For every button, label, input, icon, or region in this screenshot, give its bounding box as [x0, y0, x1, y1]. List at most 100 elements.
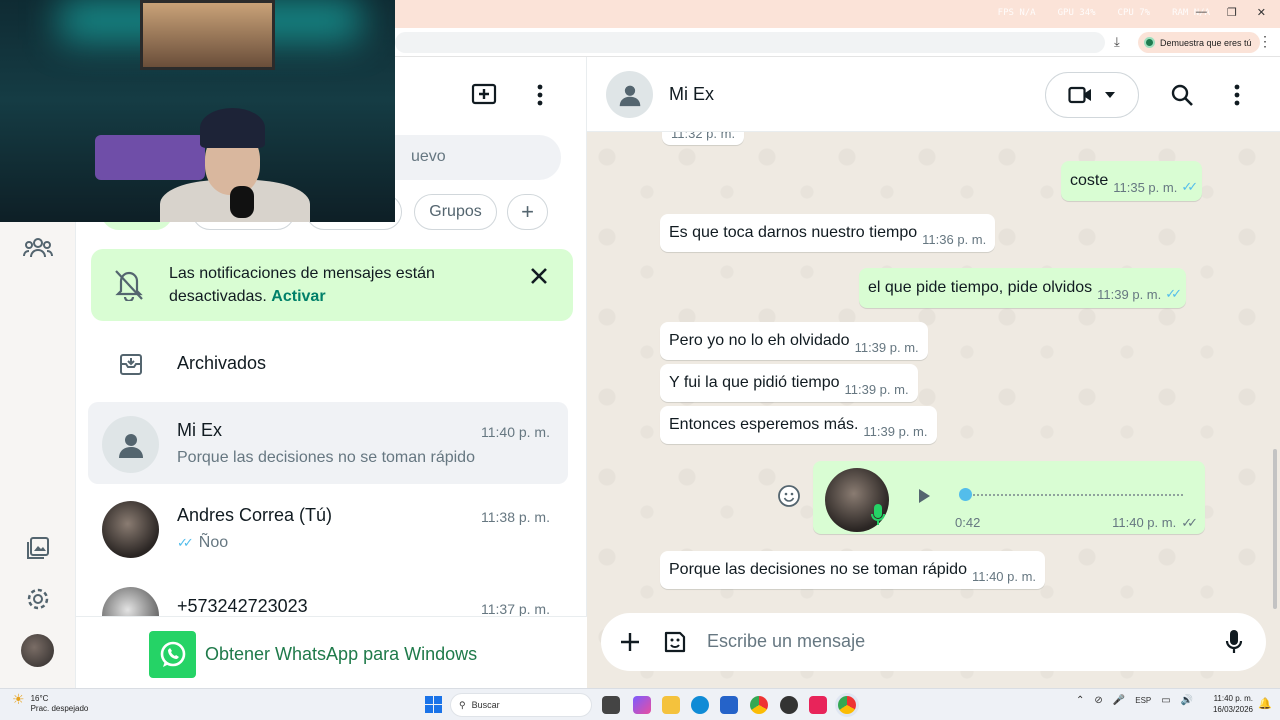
read-ticks-icon: ✓✓: [1181, 179, 1198, 194]
sticker-icon[interactable]: [662, 629, 688, 655]
minimize-icon[interactable]: —: [1196, 6, 1207, 19]
cpu-stat: CPU 7%: [1117, 8, 1151, 18]
message-meta: 11:39 p. m.: [863, 423, 928, 439]
default-avatar-icon: [102, 416, 159, 473]
read-ticks-icon: ✓✓: [1165, 286, 1182, 301]
chat-preview: ✓✓ Ñoo: [177, 534, 229, 551]
message-input[interactable]: Escribe un mensaje: [707, 631, 865, 652]
restore-icon[interactable]: ❐: [1227, 6, 1237, 19]
avatar: [102, 501, 159, 558]
couch: [95, 135, 205, 180]
close-window-icon[interactable]: ✕: [1257, 6, 1266, 19]
message-text: el que pide tiempo, pide olvidos: [868, 279, 1093, 296]
chrome-icon[interactable]: [750, 696, 768, 714]
default-avatar-icon[interactable]: [606, 71, 653, 118]
message-in: Porque las decisiones no se toman rápido…: [660, 551, 1046, 589]
new-chat-icon[interactable]: [470, 81, 498, 109]
conversation-header[interactable]: Mi Ex: [587, 57, 1280, 132]
windows-taskbar: ☀ 16°C Prac. despejado ⚲ Buscar ⌃ ⊘ 🎤 ES…: [0, 688, 1280, 720]
mic-tray-icon[interactable]: 🎤: [1113, 695, 1125, 706]
settings-icon[interactable]: [22, 583, 54, 615]
chat-time: 11:38 p. m.: [480, 509, 550, 525]
taskbar-clock[interactable]: 11:40 p. m. 16/03/2026: [1205, 693, 1253, 715]
filter-chip-groups[interactable]: Grupos: [414, 194, 497, 230]
whatsapp-logo-icon: [149, 631, 196, 678]
filter-chip-groups-label: Grupos: [429, 203, 482, 220]
delivered-ticks-icon: ✓✓: [1181, 515, 1198, 530]
notification-bell-icon[interactable]: 🔔: [1258, 697, 1272, 710]
tiktok-icon[interactable]: [809, 696, 827, 714]
message-meta: 11:35 p. m. ✓✓: [1113, 179, 1198, 195]
webcam-overlay: [0, 0, 395, 222]
store-icon[interactable]: [720, 696, 738, 714]
window-controls: — ❐ ✕: [1196, 6, 1266, 19]
add-filter-button[interactable]: +: [507, 194, 548, 230]
start-icon[interactable]: [425, 696, 442, 713]
chrome-active-icon[interactable]: [838, 696, 856, 714]
chevron-up-icon[interactable]: ⌃: [1076, 695, 1084, 706]
notification-text: Las notificaciones de mensajes están des…: [169, 265, 435, 305]
obs-icon[interactable]: [780, 696, 798, 714]
language-indicator[interactable]: ESP: [1135, 696, 1151, 705]
scrollbar[interactable]: [1273, 449, 1277, 609]
get-app-label: Obtener WhatsApp para Windows: [205, 644, 478, 664]
address-bar[interactable]: [395, 32, 1105, 53]
close-icon[interactable]: [528, 265, 550, 292]
message-meta: 11:40 p. m.: [971, 568, 1037, 584]
display-icon[interactable]: ▭: [1161, 695, 1170, 706]
message-in: Entonces esperemos más. 11:39 p. m.: [660, 406, 937, 444]
file-explorer-icon[interactable]: [662, 696, 680, 714]
search-icon[interactable]: [1169, 82, 1195, 108]
avatar: [102, 587, 159, 616]
voice-progress-handle[interactable]: [959, 488, 972, 501]
microphone-icon[interactable]: [1221, 629, 1247, 655]
emoji-react-icon[interactable]: [777, 484, 801, 513]
weather-widget[interactable]: ☀ 16°C Prac. despejado: [12, 692, 88, 714]
archive-icon: [119, 352, 143, 381]
media-icon[interactable]: [22, 532, 54, 564]
network-icon[interactable]: ⊘: [1094, 695, 1102, 706]
chat-name: +573242723023: [177, 596, 308, 616]
weather-temp: 16°C: [30, 694, 49, 703]
message-in: Pero yo no lo eh olvidado 11:39 p. m.: [660, 322, 928, 360]
message-meta: 11:40 p. m. ✓✓: [1112, 515, 1198, 530]
menu-dots-icon[interactable]: [528, 81, 552, 109]
profile-icon: [1144, 37, 1155, 48]
volume-icon[interactable]: 🔊: [1181, 695, 1193, 706]
activate-link[interactable]: Activar: [271, 288, 325, 305]
message-text: Es que toca darnos nuestro tiempo: [669, 224, 918, 241]
task-view-icon[interactable]: [602, 696, 620, 714]
play-icon[interactable]: [917, 488, 931, 509]
message-text: coste: [1070, 172, 1109, 189]
voice-message: 0:42 11:40 p. m. ✓✓: [813, 461, 1205, 534]
communities-icon[interactable]: [22, 232, 54, 264]
chat-row-andres[interactable]: Andres Correa (Tú) 11:38 p. m. ✓✓ Ñoo: [88, 487, 568, 569]
message-in: Es que toca darnos nuestro tiempo 11:36 …: [660, 214, 996, 252]
download-icon[interactable]: ⤓: [1114, 34, 1120, 50]
edge-icon[interactable]: [691, 696, 709, 714]
voice-progress-track[interactable]: [961, 494, 1183, 496]
system-tray: ⌃ ⊘ 🎤 ESP ▭ 🔊: [1076, 695, 1193, 706]
chat-row-mi-ex[interactable]: Mi Ex 11:40 p. m. Porque las decisiones …: [88, 402, 568, 484]
menu-dots-icon[interactable]: [1225, 82, 1249, 108]
profile-button[interactable]: Demuestra que eres tú: [1138, 32, 1260, 53]
fps-stat: FPS N/A: [997, 8, 1036, 18]
attach-plus-icon[interactable]: [618, 630, 642, 654]
browser-menu-icon[interactable]: ⋮: [1258, 33, 1272, 50]
message-meta: 11:39 p. m.: [854, 339, 919, 355]
microphone-icon: [870, 503, 886, 532]
copilot-icon[interactable]: [633, 696, 651, 714]
message-meta: 11:36 p. m.: [922, 231, 987, 247]
taskbar-search[interactable]: ⚲ Buscar: [450, 693, 592, 717]
get-app-banner[interactable]: Obtener WhatsApp para Windows: [76, 616, 587, 688]
chat-row-phone[interactable]: +573242723023 11:37 p. m.: [88, 572, 568, 616]
conversation-title[interactable]: Mi Ex: [669, 84, 714, 105]
video-call-button[interactable]: [1045, 72, 1139, 118]
message-text: Y fui la que pidió tiempo: [669, 374, 840, 391]
streamer-cap: [200, 108, 265, 148]
message-composer[interactable]: Escribe un mensaje: [601, 613, 1266, 671]
profile-avatar[interactable]: [21, 634, 54, 667]
chat-name: Mi Ex: [177, 420, 222, 440]
archived-row[interactable]: Archivados: [76, 337, 587, 389]
message-meta: 11:39 p. m. ✓✓: [1097, 286, 1182, 302]
